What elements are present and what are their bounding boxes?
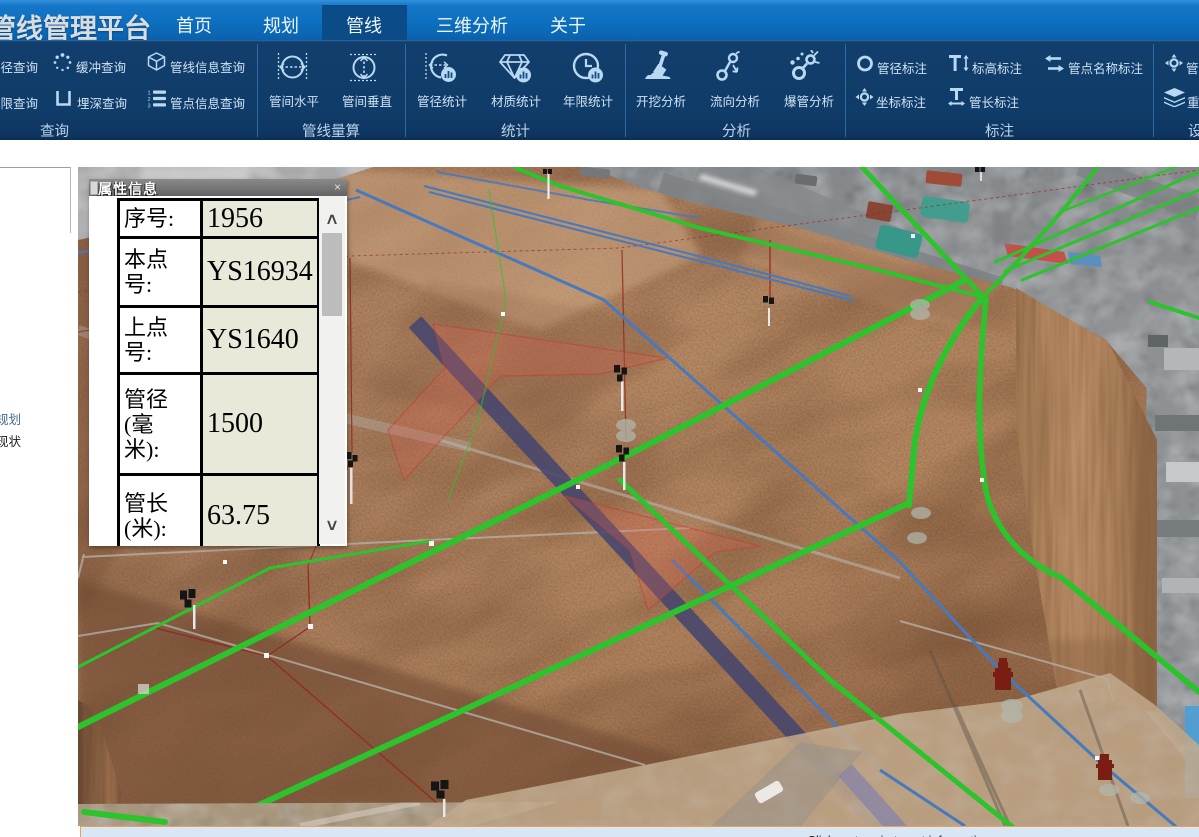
svg-text:1: 1	[148, 91, 151, 97]
svg-text:3: 3	[148, 103, 151, 108]
svg-text:2: 2	[148, 97, 151, 103]
